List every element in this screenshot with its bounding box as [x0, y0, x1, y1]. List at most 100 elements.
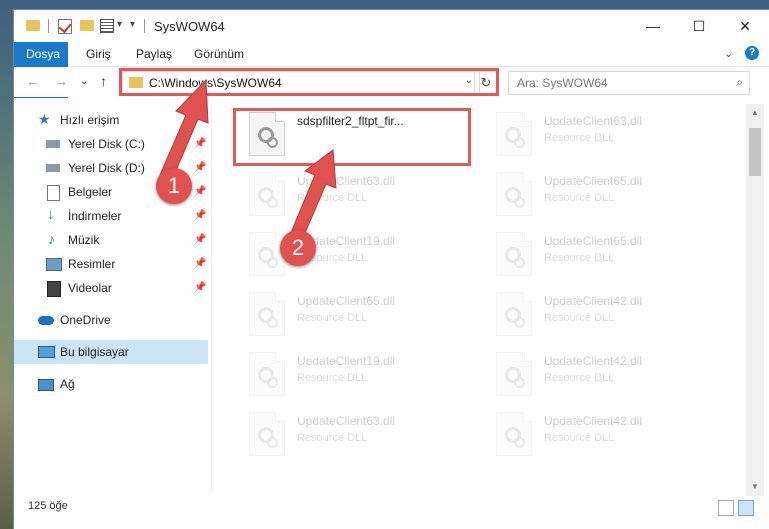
- file-item[interactable]: UpdateClient63.dll Resource DLL: [235, 166, 475, 222]
- file-name: UpdateClient65.dll: [544, 234, 643, 248]
- pin-icon[interactable]: 📌: [194, 234, 206, 245]
- sidebar-item-label: İndirmeler: [68, 209, 122, 223]
- file-type: Resource DLL: [544, 132, 615, 144]
- help-icon[interactable]: ?: [745, 46, 759, 60]
- sidebar-item-label: Yerel Disk (D:): [68, 161, 145, 175]
- scroll-down-icon[interactable]: ▼: [751, 482, 759, 491]
- dll-file-icon: [496, 112, 532, 156]
- search-input[interactable]: Ara: SysWOW64: [517, 76, 608, 90]
- pane-divider[interactable]: [211, 104, 212, 492]
- chevron-down-icon[interactable]: ▾: [117, 19, 122, 37]
- file-name: UpdateClient42.dll: [544, 414, 643, 428]
- tab-share[interactable]: Paylaş: [124, 42, 184, 66]
- file-name: UpdateClient42.dll: [544, 294, 643, 308]
- sidebar-item-pictures[interactable]: Resimler 📌: [14, 252, 208, 276]
- file-item[interactable]: UpdateClient42.dll Resource DLL: [482, 286, 722, 342]
- step-2-badge: 2: [280, 230, 316, 266]
- dll-file-icon: [496, 412, 532, 456]
- dll-file-icon: [249, 232, 285, 276]
- file-type: Resource DLL: [544, 252, 615, 264]
- sidebar-item-label: Ağ: [60, 377, 75, 391]
- file-item[interactable]: UpdateClient42.dll Resource DLL: [482, 346, 722, 402]
- pin-icon[interactable]: 📌: [194, 162, 206, 173]
- download-icon: ↓: [47, 206, 55, 223]
- minimize-button[interactable]: —: [630, 10, 676, 42]
- sidebar-item-this-pc[interactable]: Bu bilgisayar: [14, 340, 208, 364]
- file-item[interactable]: UpdateClient19.dll Resource DLL: [235, 346, 475, 402]
- file-type: Resource DLL: [297, 312, 368, 324]
- file-name: UpdateClient42.dll: [544, 354, 643, 368]
- pin-icon[interactable]: 📌: [194, 282, 206, 293]
- sidebar-item-music[interactable]: ♪ Müzik 📌: [14, 228, 208, 252]
- scroll-up-icon[interactable]: ▲: [751, 108, 759, 117]
- sidebar-item-label: Belgeler: [68, 185, 113, 199]
- folder-icon: [26, 20, 40, 31]
- status-bar: 125 öğe: [14, 496, 769, 518]
- file-name: UpdateClient65.dll: [297, 294, 396, 308]
- chevron-down-icon[interactable]: ⌄: [724, 47, 733, 60]
- new-folder-icon[interactable]: [80, 20, 94, 31]
- scrollbar-thumb[interactable]: [749, 128, 761, 176]
- star-icon: ★: [38, 111, 51, 127]
- details-view-icon[interactable]: [718, 500, 734, 516]
- videos-icon: [47, 281, 61, 297]
- title-bar: ▾ ▾ SysWOW64 — ☐ ✕: [14, 10, 769, 42]
- file-item[interactable]: UpdateClient65.dll Resource DLL: [235, 286, 475, 342]
- pin-icon[interactable]: 📌: [194, 210, 206, 221]
- file-item[interactable]: UpdateClient63.dll Resource DLL: [482, 106, 722, 162]
- maximize-button[interactable]: ☐: [676, 10, 722, 42]
- tab-home[interactable]: Giriş: [74, 42, 123, 66]
- file-type: Resource DLL: [544, 372, 615, 384]
- toolbar-separator: [144, 19, 145, 33]
- sidebar-item-network[interactable]: Ağ: [14, 372, 208, 396]
- view-options-icon[interactable]: [100, 19, 114, 33]
- pin-icon[interactable]: 📌: [194, 258, 206, 269]
- sidebar-item-videos[interactable]: Videolar 📌: [14, 276, 208, 300]
- back-button[interactable]: ←: [26, 73, 40, 89]
- dll-file-icon: [249, 352, 285, 396]
- navigation-bar: ← → ⌄ ↑ C:\Windows\SysWOW64 ⌄ ↻ Ara: Sys…: [14, 67, 769, 97]
- documents-icon: [47, 185, 60, 201]
- sidebar-item-downloads[interactable]: ↓ İndirmeler 📌: [14, 204, 208, 228]
- sidebar-item-label: Videolar: [68, 281, 112, 295]
- large-icons-view-icon[interactable]: [738, 500, 754, 516]
- file-list: sdspfilter2_fltpt_fir... UpdateClient63.…: [219, 104, 744, 494]
- file-item[interactable]: UpdateClient63.dll Resource DLL: [235, 406, 475, 462]
- file-item[interactable]: UpdateClient65.dll Resource DLL: [482, 226, 722, 282]
- up-button[interactable]: ↑: [100, 73, 107, 89]
- step-1-badge: 1: [156, 168, 192, 204]
- search-icon[interactable]: ⌕: [736, 75, 743, 90]
- file-name: UpdateClient19.dll: [297, 354, 396, 368]
- dll-file-icon: [496, 172, 532, 216]
- address-highlight-box: [119, 68, 499, 96]
- file-name: UpdateClient65.dll: [544, 174, 643, 188]
- sidebar-item-label: OneDrive: [60, 313, 111, 327]
- file-item[interactable]: UpdateClient19.dll Resource DLL: [235, 226, 475, 282]
- sidebar-item-label: Müzik: [68, 233, 100, 247]
- properties-check-icon[interactable]: [58, 19, 72, 34]
- recent-locations-button[interactable]: ⌄: [80, 76, 88, 87]
- pin-icon[interactable]: 📌: [194, 186, 206, 197]
- dll-file-icon: [249, 172, 285, 216]
- sidebar-item-label: Hızlı erişim: [60, 113, 120, 127]
- forward-button[interactable]: →: [54, 73, 68, 89]
- vertical-scrollbar[interactable]: ▲ ▼: [746, 104, 764, 496]
- file-item[interactable]: UpdateClient42.dll Resource DLL: [482, 406, 722, 462]
- dll-file-icon: [496, 352, 532, 396]
- file-item[interactable]: UpdateClient65.dll Resource DLL: [482, 166, 722, 222]
- cloud-icon: [38, 316, 54, 325]
- customize-toolbar-icon[interactable]: ▾: [130, 19, 135, 37]
- tab-view[interactable]: Görünüm: [182, 42, 256, 66]
- sidebar-item-local-disk-c[interactable]: Yerel Disk (C:) 📌: [14, 132, 208, 156]
- music-icon: ♪: [48, 231, 55, 247]
- file-name: UpdateClient63.dll: [297, 174, 396, 188]
- network-icon: [38, 379, 54, 391]
- close-button[interactable]: ✕: [722, 10, 768, 42]
- file-type: Resource DLL: [544, 312, 615, 324]
- file-highlight-box: [233, 108, 471, 166]
- search-box[interactable]: Ara: SysWOW64 ⌕: [508, 71, 750, 95]
- pin-icon[interactable]: 📌: [194, 138, 206, 149]
- item-count: 125 öğe: [28, 500, 68, 512]
- sidebar-item-onedrive[interactable]: OneDrive: [14, 308, 208, 332]
- sidebar-item-quick-access[interactable]: ★ Hızlı erişim: [14, 108, 208, 132]
